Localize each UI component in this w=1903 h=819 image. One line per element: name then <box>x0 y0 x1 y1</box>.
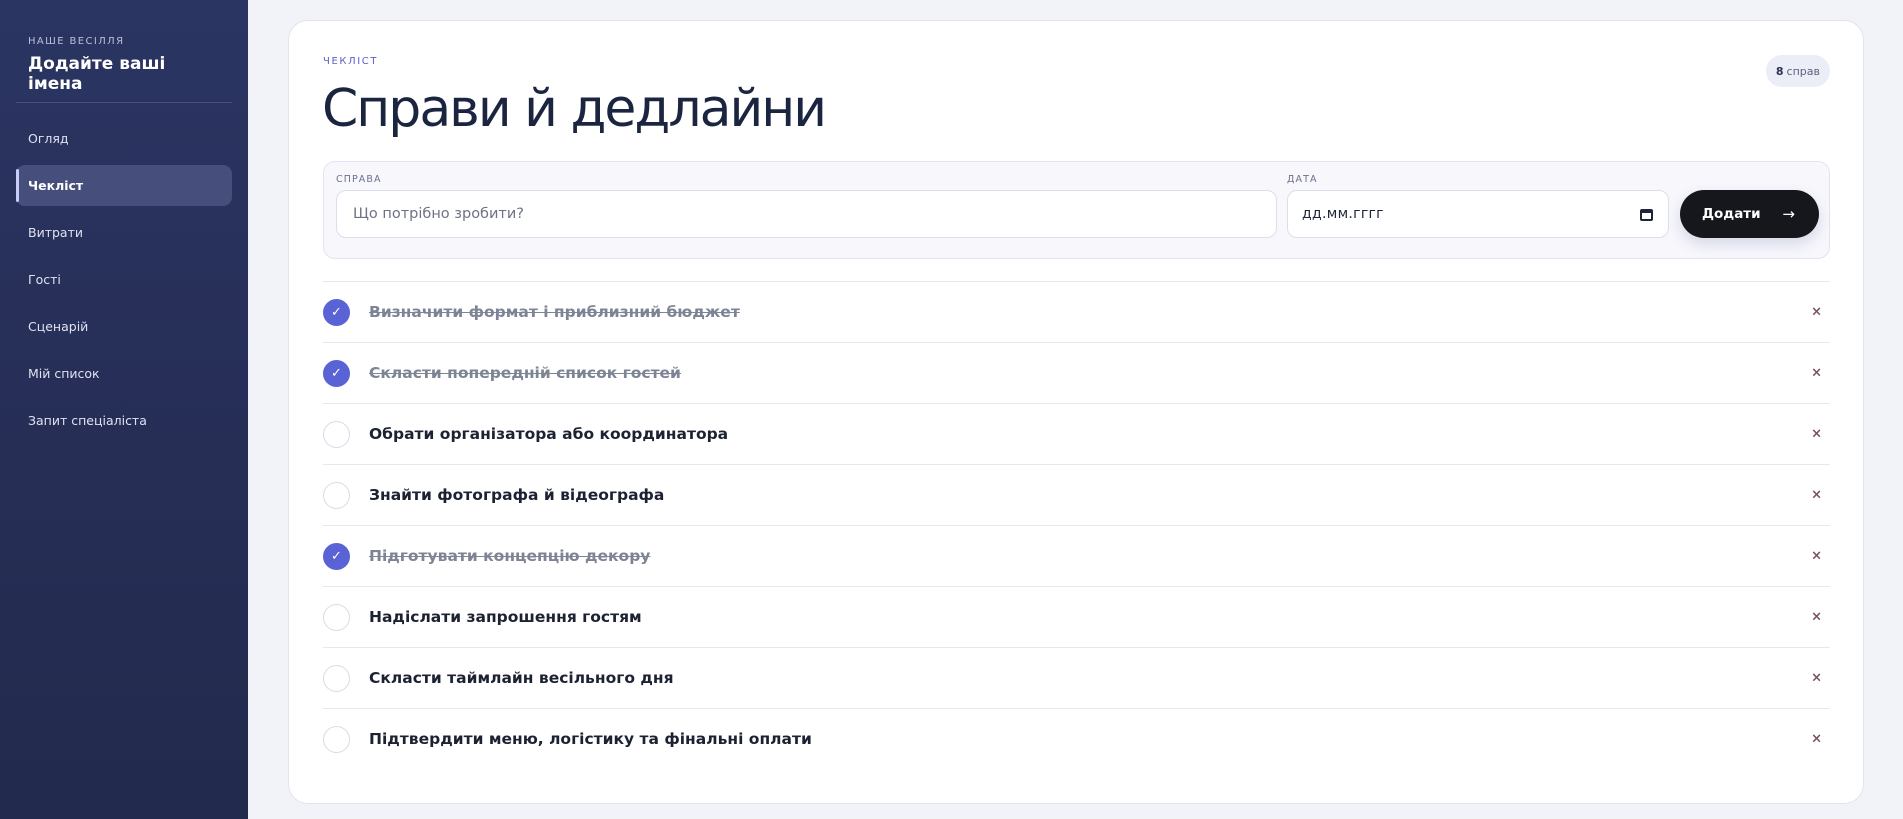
add-task-form: СПРАВА ДАТА дд.мм.гггг Додати → <box>323 161 1830 259</box>
arrow-right-icon: → <box>1782 205 1795 223</box>
sidebar-item-specialist-request[interactable]: Запит спеціаліста <box>16 400 232 441</box>
sidebar-divider <box>16 102 232 103</box>
date-field-label: ДАТА <box>1287 174 1318 185</box>
sidebar-item-guests[interactable]: Гості <box>16 259 232 300</box>
sidebar-item-overview[interactable]: Огляд <box>16 118 232 159</box>
task-checkbox[interactable] <box>323 725 350 753</box>
delete-icon[interactable]: × <box>1811 427 1822 442</box>
add-button-label: Додати <box>1702 206 1761 222</box>
delete-icon[interactable]: × <box>1811 610 1822 625</box>
date-placeholder: дд.мм.гггг <box>1302 206 1384 222</box>
checkmark-icon: ✓ <box>331 365 342 381</box>
calendar-icon[interactable] <box>1639 207 1654 222</box>
task-input[interactable] <box>336 190 1277 238</box>
sidebar-item-label: Мій список <box>28 366 100 381</box>
task-row: ✓ Визначити формат і приблизний бюджет × <box>323 281 1830 342</box>
sidebar-nav: Огляд Чекліст Витрати Гості Сценарій Мій… <box>16 118 232 447</box>
task-checkbox[interactable] <box>323 481 350 509</box>
task-row: Підтвердити меню, логістику та фінальні … <box>323 708 1830 769</box>
delete-icon[interactable]: × <box>1811 671 1822 686</box>
couple-names-title[interactable]: Додайте ваші імена <box>28 54 220 94</box>
task-text: Обрати організатора або координатора <box>369 425 729 443</box>
task-list: ✓ Визначити формат і приблизний бюджет ×… <box>323 281 1830 769</box>
task-row: Скласти таймлайн весільного дня × <box>323 647 1830 708</box>
sidebar-item-label: Сценарій <box>28 319 89 334</box>
date-field[interactable]: дд.мм.гггг <box>1287 190 1669 238</box>
task-field-label: СПРАВА <box>336 174 382 185</box>
checkmark-icon: ✓ <box>331 304 342 320</box>
sidebar-item-scenario[interactable]: Сценарій <box>16 306 232 347</box>
brand-kicker: НАШЕ ВЕСІЛЛЯ <box>28 36 125 47</box>
task-text: Знайти фотографа й відеографа <box>369 486 665 504</box>
task-row: Знайти фотографа й відеографа × <box>323 464 1830 525</box>
task-checkbox[interactable] <box>323 603 350 631</box>
task-text: Підтвердити меню, логістику та фінальні … <box>369 730 812 748</box>
task-text: Скласти таймлайн весільного дня <box>369 669 674 687</box>
sidebar-item-label: Запит спеціаліста <box>28 413 147 428</box>
brand: НАШЕ ВЕСІЛЛЯ Додайте ваші імена <box>0 0 248 103</box>
sidebar-item-label: Чекліст <box>28 178 84 193</box>
checklist-card: ЧЕКЛІСТ Справи й дедлайни 8 справ СПРАВА… <box>288 20 1864 804</box>
add-task-button[interactable]: Додати → <box>1680 190 1819 238</box>
delete-icon[interactable]: × <box>1811 549 1822 564</box>
sidebar: НАШЕ ВЕСІЛЛЯ Додайте ваші імена Огляд Че… <box>0 0 248 819</box>
delete-icon[interactable]: × <box>1811 732 1822 747</box>
task-checkbox[interactable]: ✓ <box>323 298 350 326</box>
task-count-label: справ <box>1786 64 1820 78</box>
sidebar-item-label: Огляд <box>28 131 69 146</box>
delete-icon[interactable]: × <box>1811 488 1822 503</box>
task-row: Обрати організатора або координатора × <box>323 403 1830 464</box>
task-count-badge: 8 справ <box>1765 55 1830 87</box>
task-row: Надіслати запрошення гостям × <box>323 586 1830 647</box>
task-count-number: 8 <box>1775 64 1784 78</box>
sidebar-item-checklist[interactable]: Чекліст <box>16 165 232 206</box>
task-row: ✓ Скласти попередній список гостей × <box>323 342 1830 403</box>
sidebar-item-label: Витрати <box>28 225 83 240</box>
section-kicker: ЧЕКЛІСТ <box>323 56 379 67</box>
task-checkbox[interactable] <box>323 664 350 692</box>
delete-icon[interactable]: × <box>1811 366 1822 381</box>
task-text: Надіслати запрошення гостям <box>369 608 642 626</box>
task-text: Скласти попередній список гостей <box>369 364 681 382</box>
checkmark-icon: ✓ <box>331 548 342 564</box>
sidebar-item-label: Гості <box>28 272 61 287</box>
task-checkbox[interactable]: ✓ <box>323 359 350 387</box>
task-text: Підготувати концепцію декору <box>369 547 651 565</box>
delete-icon[interactable]: × <box>1811 305 1822 320</box>
task-row: ✓ Підготувати концепцію декору × <box>323 525 1830 586</box>
task-checkbox[interactable]: ✓ <box>323 542 350 570</box>
task-text: Визначити формат і приблизний бюджет <box>369 303 740 321</box>
task-checkbox[interactable] <box>323 420 350 448</box>
page-title: Справи й дедлайни <box>322 79 827 139</box>
sidebar-item-expenses[interactable]: Витрати <box>16 212 232 253</box>
sidebar-item-my-list[interactable]: Мій список <box>16 353 232 394</box>
